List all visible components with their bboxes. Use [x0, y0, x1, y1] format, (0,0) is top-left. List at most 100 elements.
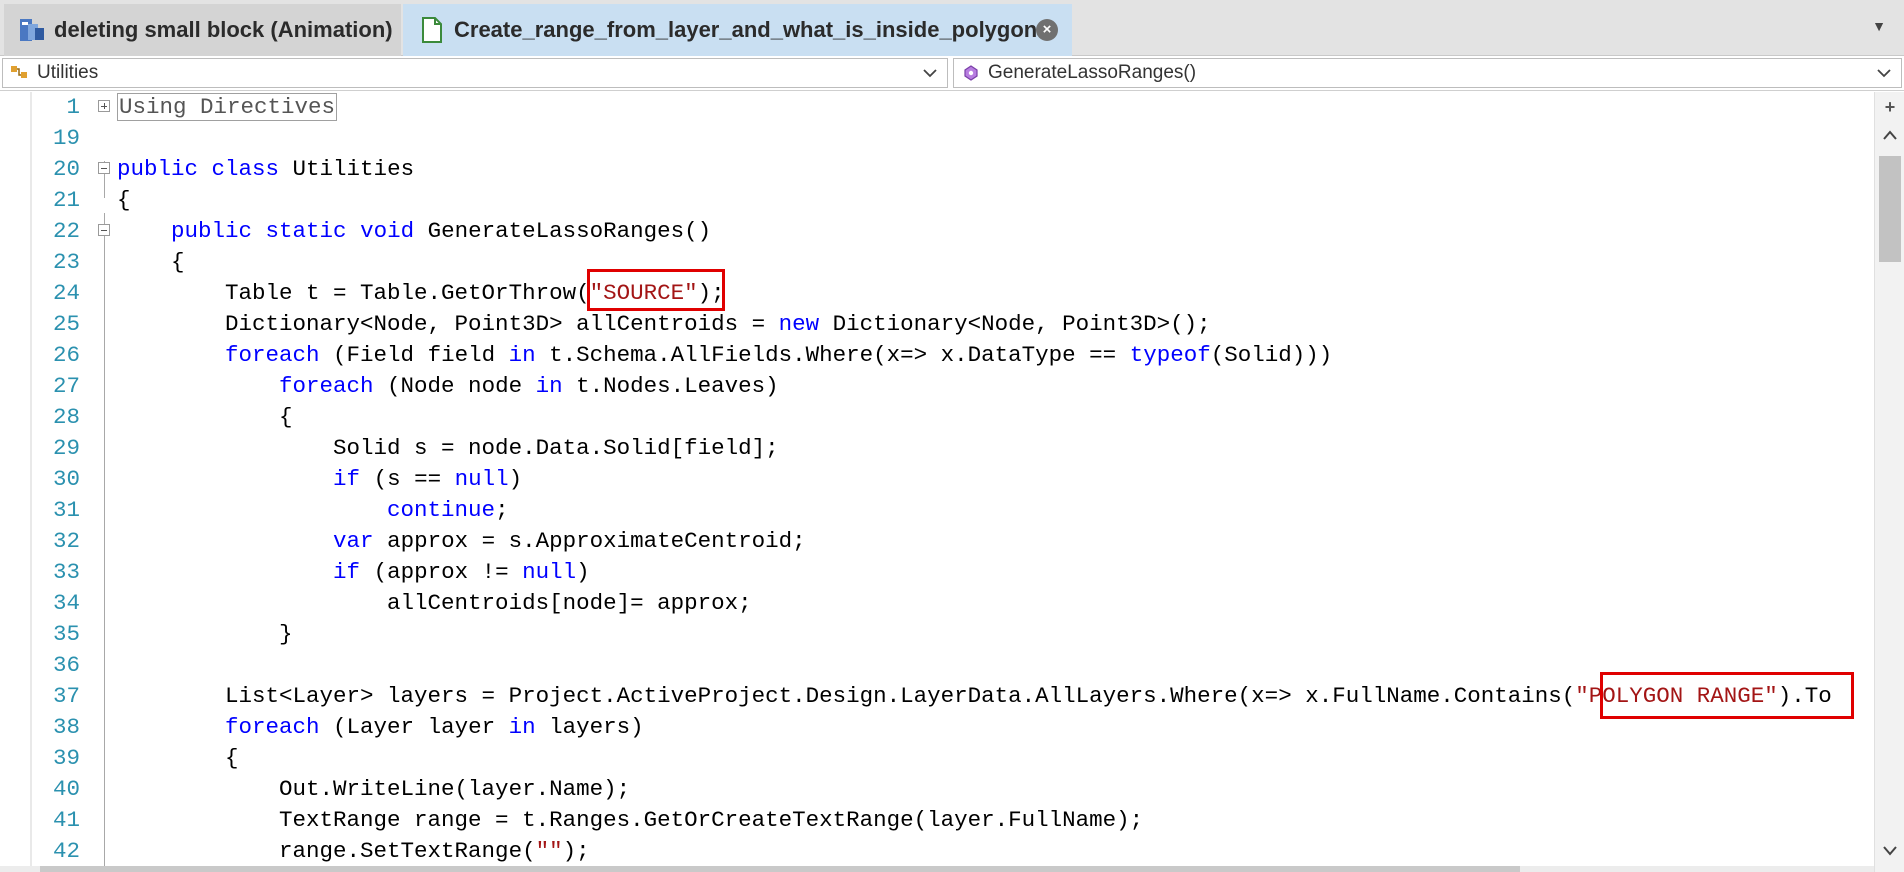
- code-token: }: [117, 621, 293, 647]
- code-text: continue;: [117, 495, 509, 526]
- code-line[interactable]: 33 if (approx != null): [0, 557, 1874, 588]
- line-number: 36: [52, 652, 80, 678]
- code-text: var approx = s.ApproximateCentroid;: [117, 526, 806, 557]
- keyword-token: in: [508, 714, 536, 740]
- code-token: (approx !=: [360, 559, 523, 585]
- split-view-icon[interactable]: +: [1881, 98, 1899, 116]
- keyword-token: null: [454, 466, 509, 492]
- code-line[interactable]: 38 foreach (Layer layer in layers): [0, 712, 1874, 743]
- code-line[interactable]: 42 range.SetTextRange("");: [0, 836, 1874, 867]
- line-number: 37: [52, 683, 80, 709]
- keyword-token: foreach: [225, 714, 320, 740]
- tab-label: deleting small block (Animation): [54, 17, 393, 42]
- code-line[interactable]: 39 {: [0, 743, 1874, 774]
- expand-outline-icon[interactable]: [98, 100, 110, 112]
- code-line[interactable]: 26 foreach (Field field in t.Schema.AllF…: [0, 340, 1874, 371]
- collapse-outline-icon[interactable]: [98, 224, 110, 236]
- tab-list-dropdown-icon[interactable]: ▼: [1866, 18, 1892, 38]
- code-line[interactable]: 24 Table t = Table.GetOrThrow("SOURCE");: [0, 278, 1874, 309]
- code-line[interactable]: 21 {: [0, 185, 1874, 216]
- line-number: 30: [52, 466, 80, 492]
- chevron-down-icon: [923, 69, 937, 78]
- code-line[interactable]: 40 Out.WriteLine(layer.Name);: [0, 774, 1874, 805]
- code-token: {: [117, 187, 131, 213]
- navigation-bar: Utilities GenerateLassoRanges(): [0, 56, 1904, 91]
- code-line[interactable]: 32 var approx = s.ApproximateCentroid;: [0, 526, 1874, 557]
- line-number: 24: [52, 280, 80, 306]
- keyword-token: void: [360, 218, 415, 244]
- type-dropdown[interactable]: Utilities: [2, 58, 948, 88]
- line-number: 20: [52, 156, 80, 182]
- line-number: 21: [52, 187, 80, 213]
- keyword-token: in: [508, 342, 536, 368]
- line-number: 29: [52, 435, 80, 461]
- line-number: 26: [52, 342, 80, 368]
- code-token: GenerateLassoRanges(): [414, 218, 712, 244]
- collapsed-region[interactable]: Using Directives: [117, 93, 338, 121]
- collapse-outline-icon[interactable]: [98, 162, 110, 174]
- line-number: 25: [52, 311, 80, 337]
- animation-project-icon: [18, 16, 46, 44]
- horizontal-scrollbar-thumb[interactable]: [40, 866, 1520, 872]
- code-line[interactable]: 34 allCentroids[node]= approx;: [0, 588, 1874, 619]
- line-number: 1: [66, 94, 80, 120]
- close-tab-icon[interactable]: ×: [1036, 19, 1058, 41]
- keyword-token: var: [333, 528, 374, 554]
- type-dropdown-value: Utilities: [37, 62, 99, 83]
- code-line[interactable]: 36: [0, 650, 1874, 681]
- code-token: TextRange range = t.Ranges.GetOrCreateTe…: [117, 807, 1144, 833]
- code-token: (Field field: [319, 342, 509, 368]
- keyword-token: continue: [387, 497, 496, 523]
- code-token: {: [117, 404, 293, 430]
- line-number: 39: [52, 745, 80, 771]
- member-dropdown[interactable]: GenerateLassoRanges(): [953, 58, 1902, 88]
- code-line[interactable]: 19: [0, 123, 1874, 154]
- line-number: 28: [52, 404, 80, 430]
- source-string-highlight: [587, 269, 725, 311]
- line-number: 41: [52, 807, 80, 833]
- code-text: foreach (Field field in t.Schema.AllFiel…: [117, 340, 1332, 371]
- horizontal-scrollbar[interactable]: [0, 866, 1874, 872]
- code-editor[interactable]: 1 Using Directives 19 20 public class Utilit…: [0, 92, 1874, 872]
- code-line[interactable]: 25 Dictionary<Node, Point3D> allCentroid…: [0, 309, 1874, 340]
- keyword-token: class: [211, 156, 280, 182]
- keyword-token: public: [117, 156, 199, 182]
- code-text: {: [117, 185, 131, 216]
- keyword-token: typeof: [1129, 342, 1211, 368]
- keyword-token: in: [535, 373, 563, 399]
- keyword-token: foreach: [279, 373, 374, 399]
- code-text: range.SetTextRange("");: [117, 836, 590, 867]
- code-line[interactable]: 22 public static void GenerateLassoRange…: [0, 216, 1874, 247]
- code-line[interactable]: 27 foreach (Node node in t.Nodes.Leaves): [0, 371, 1874, 402]
- code-line[interactable]: 31 continue;: [0, 495, 1874, 526]
- member-dropdown-value: GenerateLassoRanges(): [988, 62, 1197, 83]
- tab-deleting-small-block[interactable]: deleting small block (Animation): [4, 4, 401, 56]
- code-line[interactable]: 23 {: [0, 247, 1874, 278]
- keyword-token: foreach: [225, 342, 320, 368]
- scroll-down-arrow-icon[interactable]: [1881, 844, 1899, 858]
- document-icon: [418, 16, 446, 44]
- tab-create-range-script[interactable]: Create_range_from_layer_and_what_is_insi…: [403, 4, 1072, 56]
- scrollbar-thumb[interactable]: [1879, 156, 1901, 262]
- method-icon: [960, 62, 982, 84]
- line-number: 42: [52, 838, 80, 864]
- code-text: foreach (Node node in t.Nodes.Leaves): [117, 371, 779, 402]
- code-line[interactable]: 41 TextRange range = t.Ranges.GetOrCreat…: [0, 805, 1874, 836]
- code-line[interactable]: 29 Solid s = node.Data.Solid[field];: [0, 433, 1874, 464]
- code-line[interactable]: 30 if (s == null): [0, 464, 1874, 495]
- code-text: Dictionary<Node, Point3D> allCentroids =…: [117, 309, 1211, 340]
- code-line[interactable]: 28 {: [0, 402, 1874, 433]
- code-line[interactable]: 20 public class Utilities: [0, 154, 1874, 185]
- scroll-up-arrow-icon[interactable]: [1881, 128, 1899, 142]
- code-line[interactable]: 1 Using Directives: [0, 92, 1874, 123]
- code-token: (Solid))): [1210, 342, 1333, 368]
- code-text: {: [117, 402, 293, 433]
- vertical-scrollbar[interactable]: +: [1874, 92, 1904, 872]
- code-line[interactable]: 35 }: [0, 619, 1874, 650]
- code-line[interactable]: 37 List<Layer> layers = Project.ActivePr…: [0, 681, 1874, 712]
